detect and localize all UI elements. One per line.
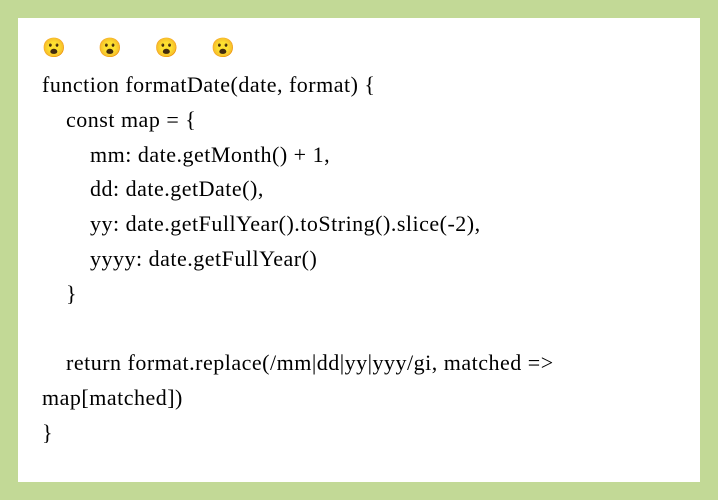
code-snippet-container: 😮 😮 😮 😮 function formatDate(date, format… — [18, 18, 700, 482]
code-line: const map = { — [42, 107, 196, 132]
code-line: return format.replace(/mm|dd|yy|yyy/gi, … — [42, 350, 560, 410]
code-line: } — [42, 420, 53, 445]
code-line: yy: date.getFullYear().toString().slice(… — [42, 211, 481, 236]
code-line: function formatDate(date, format) { — [42, 72, 375, 97]
emoji-decoration: 😮 😮 😮 😮 — [42, 36, 676, 60]
code-line: mm: date.getMonth() + 1, — [42, 142, 330, 167]
code-line: dd: date.getDate(), — [42, 176, 264, 201]
code-line: } — [42, 281, 77, 306]
code-block: function formatDate(date, format) { cons… — [42, 68, 676, 450]
code-line: yyyy: date.getFullYear() — [42, 246, 317, 271]
